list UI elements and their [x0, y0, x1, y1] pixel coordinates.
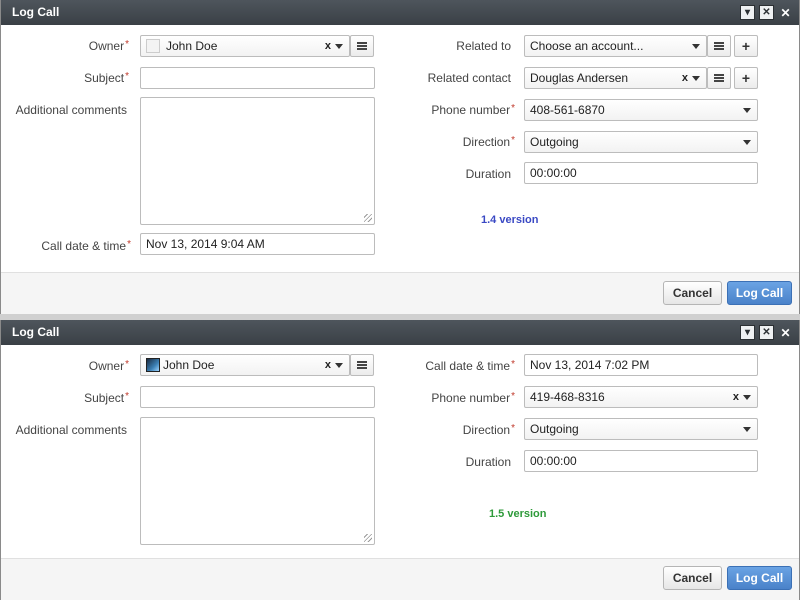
- comments-label: Additional comments: [15, 423, 127, 437]
- maximize-icon[interactable]: ✕: [759, 325, 774, 340]
- subject-input[interactable]: [140, 67, 375, 89]
- comments-textarea[interactable]: [140, 417, 375, 545]
- dialog-body: Owner* John Doe x Subject* Additional co…: [1, 25, 799, 273]
- maximize-icon[interactable]: ✕: [759, 5, 774, 20]
- dialog-titlebar[interactable]: Log Call ▾ ✕ ✕: [1, 320, 799, 345]
- list-icon: [714, 42, 724, 50]
- chevron-down-icon[interactable]: [335, 44, 343, 49]
- chevron-down-icon[interactable]: [743, 427, 751, 432]
- dialog-titlebar[interactable]: Log Call ▾ ✕ ✕: [1, 0, 799, 25]
- close-icon[interactable]: ✕: [778, 5, 793, 20]
- plus-icon: +: [741, 70, 751, 86]
- dialog-body: Owner* John Doe x Subject* Additional co…: [1, 345, 799, 593]
- list-icon: [357, 361, 367, 369]
- related-contact-list-button[interactable]: [707, 67, 731, 89]
- list-icon: [357, 42, 367, 50]
- version-note: 1.4 version: [481, 214, 539, 226]
- avatar-icon: [146, 39, 160, 53]
- resize-grip-icon[interactable]: [364, 214, 372, 222]
- direction-label: Direction*: [462, 423, 515, 437]
- clear-icon[interactable]: x: [682, 68, 688, 88]
- owner-select[interactable]: John Doe x: [140, 35, 350, 57]
- direction-select[interactable]: Outgoing: [524, 418, 758, 440]
- phone-label: Phone number*: [431, 103, 515, 117]
- phone-select[interactable]: 419-468-8316 x: [524, 386, 758, 408]
- comments-textarea[interactable]: [140, 97, 375, 225]
- phone-label: Phone number*: [431, 391, 515, 405]
- subject-label: Subject*: [84, 391, 129, 405]
- owner-label: Owner*: [88, 359, 129, 373]
- related-to-add-button[interactable]: +: [734, 35, 758, 57]
- duration-label: Duration: [465, 167, 511, 181]
- related-to-select[interactable]: Choose an account...: [524, 35, 707, 57]
- duration-input[interactable]: 00:00:00: [524, 450, 758, 472]
- related-to-label: Related to: [456, 39, 511, 53]
- direction-value: Outgoing: [530, 135, 579, 149]
- log-call-dialog-v15: Log Call ▾ ✕ ✕ Owner* John Doe x Subject…: [0, 320, 800, 600]
- dialog-title: Log Call: [12, 5, 60, 19]
- call-date-input[interactable]: Nov 13, 2014 9:04 AM: [140, 233, 375, 255]
- cancel-button[interactable]: Cancel: [663, 566, 722, 590]
- duration-label: Duration: [465, 455, 511, 469]
- direction-select[interactable]: Outgoing: [524, 131, 758, 153]
- chevron-down-icon[interactable]: [335, 363, 343, 368]
- dialog-footer: Cancel Log Call: [1, 558, 799, 600]
- minimize-icon[interactable]: ▾: [740, 5, 755, 20]
- subject-input[interactable]: [140, 386, 375, 408]
- duration-input[interactable]: 00:00:00: [524, 162, 758, 184]
- direction-label: Direction*: [462, 135, 515, 149]
- comments-label: Additional comments: [15, 103, 127, 117]
- call-date-label: Call date & time*: [425, 359, 515, 373]
- window-controls: ▾ ✕ ✕: [740, 325, 793, 340]
- chevron-down-icon[interactable]: [743, 140, 751, 145]
- owner-label: Owner*: [88, 39, 129, 53]
- chevron-down-icon[interactable]: [692, 76, 700, 81]
- phone-value: 419-468-8316: [530, 390, 605, 404]
- log-call-button[interactable]: Log Call: [727, 281, 792, 305]
- cancel-button[interactable]: Cancel: [663, 281, 722, 305]
- dialog-footer: Cancel Log Call: [1, 272, 799, 314]
- related-contact-select[interactable]: Douglas Andersen x: [524, 67, 707, 89]
- minimize-icon[interactable]: ▾: [740, 325, 755, 340]
- owner-value: John Doe: [163, 358, 215, 372]
- related-to-placeholder: Choose an account...: [530, 39, 644, 53]
- list-icon: [714, 74, 724, 82]
- related-contact-value: Douglas Andersen: [530, 71, 629, 85]
- close-icon[interactable]: ✕: [778, 325, 793, 340]
- chevron-down-icon[interactable]: [692, 44, 700, 49]
- clear-icon[interactable]: x: [325, 355, 331, 375]
- clear-icon[interactable]: x: [733, 387, 739, 407]
- related-to-list-button[interactable]: [707, 35, 731, 57]
- chevron-down-icon[interactable]: [743, 108, 751, 113]
- owner-list-button[interactable]: [350, 354, 374, 376]
- related-contact-add-button[interactable]: +: [734, 67, 758, 89]
- plus-icon: +: [741, 38, 751, 54]
- owner-list-button[interactable]: [350, 35, 374, 57]
- owner-value: John Doe: [166, 39, 218, 53]
- log-call-button[interactable]: Log Call: [727, 566, 792, 590]
- dialog-title: Log Call: [12, 325, 60, 339]
- window-controls: ▾ ✕ ✕: [740, 5, 793, 20]
- clear-icon[interactable]: x: [325, 36, 331, 56]
- related-contact-label: Related contact: [427, 71, 511, 85]
- phone-value: 408-561-6870: [530, 103, 605, 117]
- owner-select[interactable]: John Doe x: [140, 354, 350, 376]
- subject-label: Subject*: [84, 71, 129, 85]
- direction-value: Outgoing: [530, 422, 579, 436]
- chevron-down-icon[interactable]: [743, 395, 751, 400]
- resize-grip-icon[interactable]: [364, 534, 372, 542]
- log-call-dialog-v14: Log Call ▾ ✕ ✕ Owner* John Doe x Subject…: [0, 0, 800, 314]
- version-note: 1.5 version: [489, 508, 547, 520]
- call-date-label: Call date & time*: [41, 239, 131, 253]
- call-date-input[interactable]: Nov 13, 2014 7:02 PM: [524, 354, 758, 376]
- phone-select[interactable]: 408-561-6870: [524, 99, 758, 121]
- avatar-icon: [146, 358, 160, 372]
